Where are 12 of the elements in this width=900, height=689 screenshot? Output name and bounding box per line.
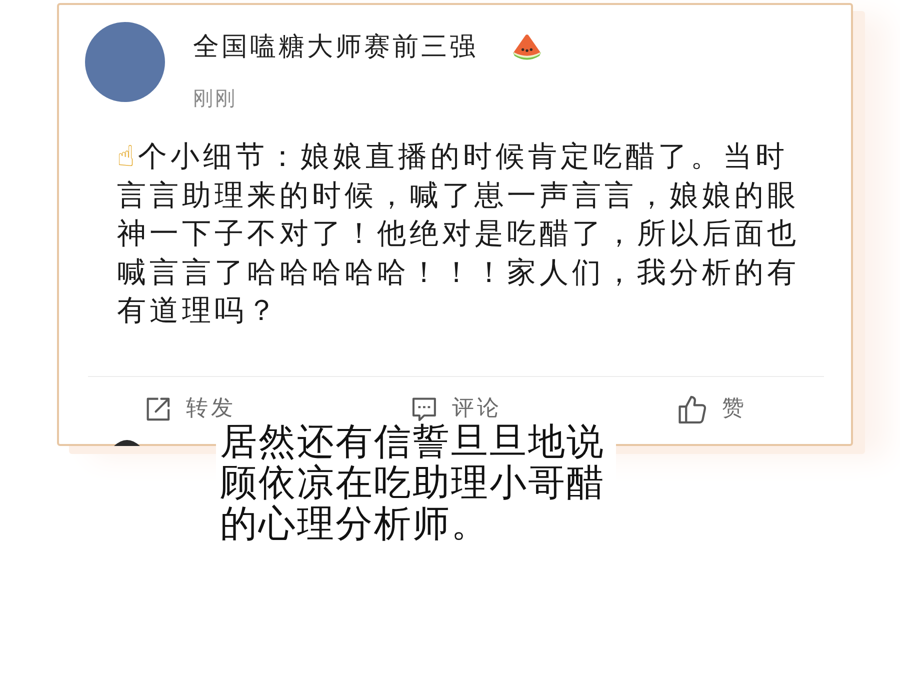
repost-button[interactable]: 转发	[146, 394, 236, 424]
post-time: 刚刚	[193, 85, 237, 111]
thumbs-up-icon	[678, 394, 707, 424]
caption-text: 居然还有信誓旦旦地说顾依凉在吃助理小哥醋的心理分析师。	[216, 421, 616, 544]
watermelon-icon	[512, 34, 542, 60]
post-text: ☝个小细节：娘娘直播的时候肯定吃醋了。当时言言助理来的时候，喊了崽一声言言，娘娘的眼神一下子不对了！他绝对是吃醋了，所以后面也喊言言了哈哈哈哈哈！！！家人们，我分析的有有道理吗？	[117, 138, 800, 329]
arc-icon	[113, 437, 141, 446]
username[interactable]: 全国嗑糖大师赛前三强	[193, 30, 478, 64]
share-icon	[146, 396, 171, 422]
comment-icon	[412, 396, 437, 422]
like-button[interactable]: 赞	[678, 394, 747, 424]
comment-button[interactable]: 评论	[412, 394, 502, 424]
